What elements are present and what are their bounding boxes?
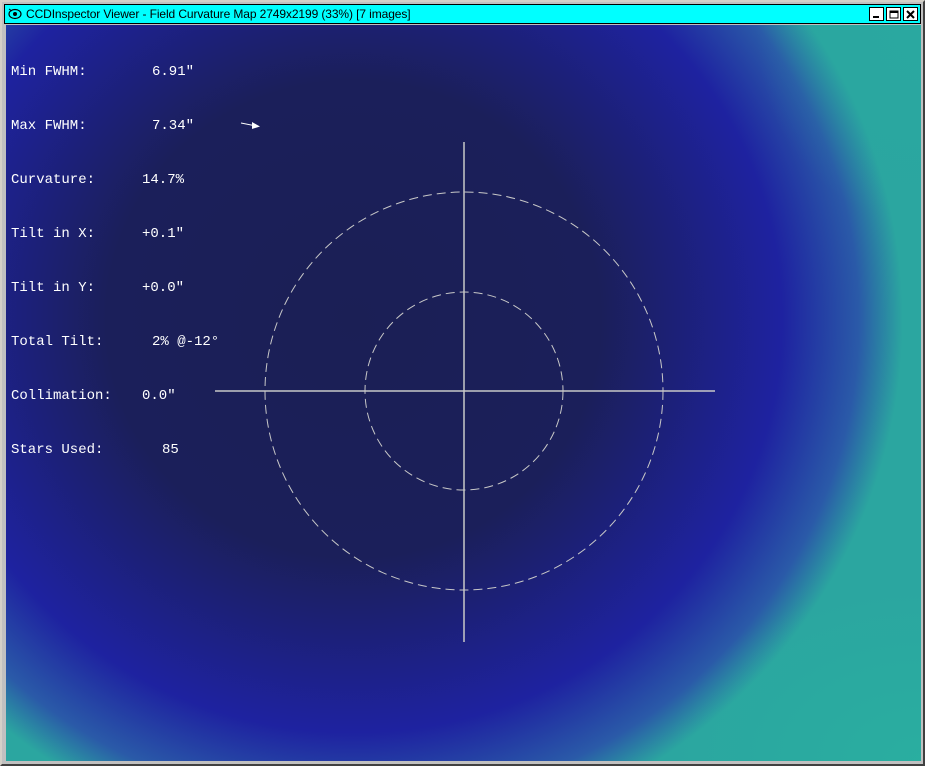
close-icon[interactable]: [903, 7, 918, 21]
maximize-icon[interactable]: [886, 7, 901, 21]
stat-value: 2% @-12°: [152, 334, 220, 350]
stat-label: Min FWHM:: [11, 64, 87, 80]
ccdinspector-viewer-window: CCDInspector Viewer - Field Curvature Ma…: [0, 0, 925, 766]
stat-label: Stars Used:: [11, 442, 104, 458]
stat-row-tilt-y: Tilt in Y: +0.0": [11, 279, 219, 297]
stat-label: Max FWHM:: [11, 118, 87, 134]
title-bar[interactable]: CCDInspector Viewer - Field Curvature Ma…: [4, 4, 921, 24]
stat-row-tilt-x: Tilt in X: +0.1": [11, 225, 219, 243]
stat-label: Collimation:: [11, 388, 112, 404]
stat-value: 0.0": [142, 388, 176, 404]
window-title: CCDInspector Viewer - Field Curvature Ma…: [26, 7, 411, 21]
stat-row-curvature: Curvature: 14.7%: [11, 171, 219, 189]
stat-row-total-tilt: Total Tilt: 2% @-12°: [11, 333, 219, 351]
stat-value: 6.91": [152, 64, 195, 80]
stat-label: Curvature:: [11, 172, 96, 188]
stat-row-stars-used: Stars Used: 85: [11, 441, 219, 459]
tilt-direction-arrow: [240, 122, 260, 129]
minimize-icon[interactable]: [869, 7, 884, 21]
statistics-panel: Min FWHM: 6.91" Max FWHM: 7.34" Curvature:…: [11, 27, 219, 495]
field-curvature-map[interactable]: Min FWHM: 6.91" Max FWHM: 7.34" Curvature:…: [6, 25, 921, 761]
stat-value: 85: [162, 442, 179, 458]
stat-value: +0.1": [142, 226, 185, 242]
stat-value: 7.34": [152, 118, 195, 134]
stat-row-collimation: Collimation: 0.0": [11, 387, 219, 405]
stat-label: Tilt in Y:: [11, 280, 96, 296]
stat-value: 14.7%: [142, 172, 185, 188]
ccdinspector-app-icon[interactable]: [7, 6, 23, 22]
stat-label: Total Tilt:: [11, 334, 104, 350]
stat-row-min-fwhm: Min FWHM: 6.91": [11, 63, 219, 81]
stat-value: +0.0": [142, 280, 185, 296]
stat-label: Tilt in X:: [11, 226, 96, 242]
stat-row-max-fwhm: Max FWHM: 7.34": [11, 117, 219, 135]
